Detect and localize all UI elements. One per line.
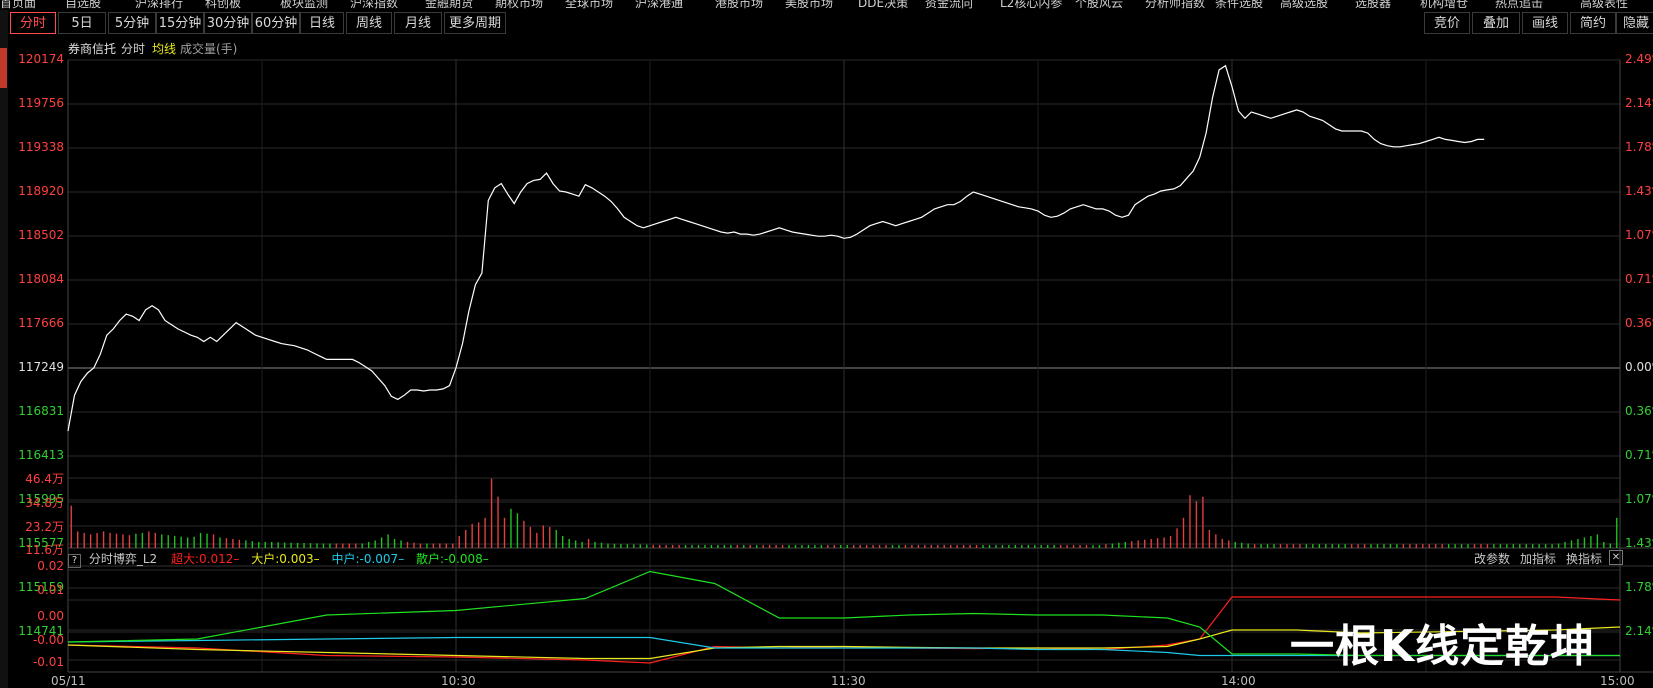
time-label-1130: 11:30	[831, 674, 866, 688]
switch-indicator-button[interactable]: 换指标	[1566, 550, 1602, 567]
change-params-button[interactable]: 改参数	[1474, 550, 1510, 567]
indicator-name: 分时博弈_L2	[88, 552, 158, 566]
indicator-super-value: 超大:0.012	[170, 552, 234, 566]
time-label-1030: 10:30	[441, 674, 476, 688]
indicator-header: ? 分时博弈_L2 超大:0.012– 大户:0.003– 中户:-0.007–…	[68, 550, 489, 568]
time-label-open: 05/11	[51, 674, 86, 688]
add-indicator-button[interactable]: 加指标	[1520, 550, 1556, 567]
close-indicator-icon[interactable]: ✕	[1609, 550, 1623, 565]
indicator-help-button[interactable]: ?	[68, 554, 81, 568]
indicator-big-value: 大户:0.003	[251, 552, 314, 566]
time-label-1400: 14:00	[1221, 674, 1256, 688]
intraday-chart[interactable]	[0, 0, 1653, 688]
indicator-mid-value: 中户:-0.007	[331, 552, 399, 566]
indicator-small-value: 散户:-0.008	[416, 552, 483, 566]
price-line	[67, 64, 1485, 432]
watermark-text: 一根K线定乾坤	[1290, 621, 1596, 672]
time-label-1500: 15:00	[1600, 674, 1635, 688]
